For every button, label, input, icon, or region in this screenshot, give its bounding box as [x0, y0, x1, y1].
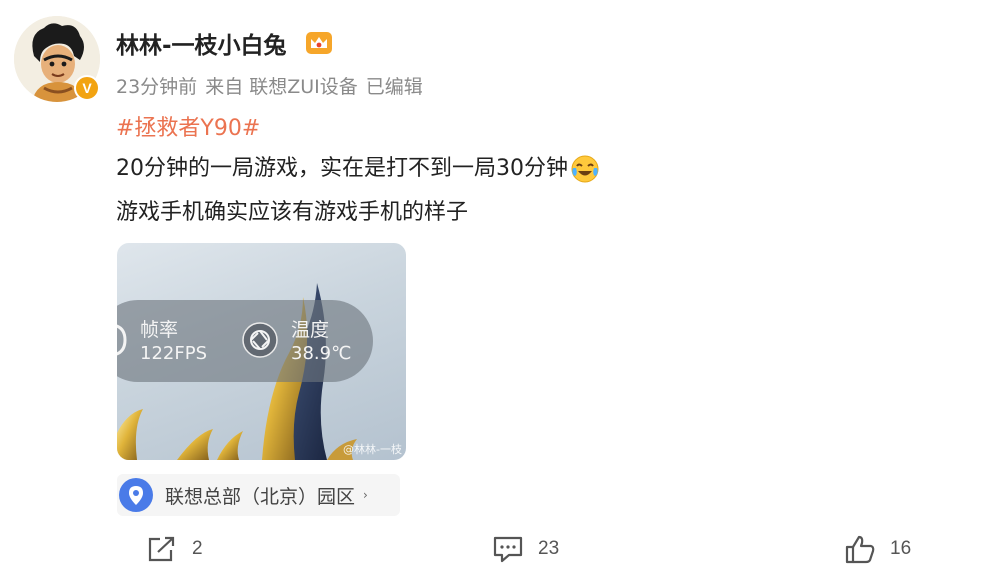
thumbs-up-icon — [845, 535, 875, 564]
post-meta: 23分钟前 来自 联想ZUI设备 已编辑 — [116, 72, 431, 99]
post-text: 20分钟的一局游戏，实在是打不到一局30分钟 — [116, 156, 568, 181]
like-count: 16 — [890, 538, 912, 559]
like-button[interactable]: 16 — [844, 533, 911, 565]
comment-icon — [493, 536, 523, 563]
fps-value: 122FPS — [140, 343, 207, 364]
temperature-label: 温度 — [291, 319, 330, 341]
crown-badge-icon[interactable] — [305, 30, 333, 56]
frame-rate-icon — [117, 324, 127, 356]
comment-button[interactable]: 23 — [492, 533, 559, 565]
post-image[interactable]: 帧率 122FPS 温度 38.9℃ @林林-一枝 — [117, 243, 406, 460]
post-text-line-1: 20分钟的一局游戏，实在是打不到一局30分钟 — [116, 150, 600, 184]
laugh-cry-emoji-icon — [571, 155, 599, 183]
verified-badge-icon: V — [74, 75, 100, 101]
post-time: 23分钟前 — [116, 76, 198, 98]
location-pin-icon — [119, 478, 153, 512]
chevron-right-icon: › — [363, 488, 368, 502]
location-tag[interactable]: 联想总部（北京）园区 › — [117, 474, 400, 516]
fps-label: 帧率 — [140, 319, 179, 341]
temperature-value: 38.9℃ — [291, 343, 352, 364]
location-text: 联想总部（北京）园区 — [165, 485, 356, 508]
aperture-icon — [242, 322, 278, 358]
image-watermark: @林林-一枝 — [343, 443, 402, 456]
author-name[interactable]: 林林-一枝小白兔 — [116, 26, 287, 60]
repost-count: 2 — [192, 538, 203, 559]
comment-count: 23 — [538, 538, 560, 559]
post-text-line-2: 游戏手机确实应该有游戏手机的样子 — [116, 200, 469, 225]
repost-icon — [148, 536, 175, 562]
repost-button[interactable]: 2 — [146, 533, 203, 565]
hashtag-link[interactable]: #拯救者Y90# — [116, 110, 260, 142]
edited-label: 已编辑 — [365, 76, 423, 98]
post-source[interactable]: 来自 联想ZUI设备 — [205, 76, 358, 98]
